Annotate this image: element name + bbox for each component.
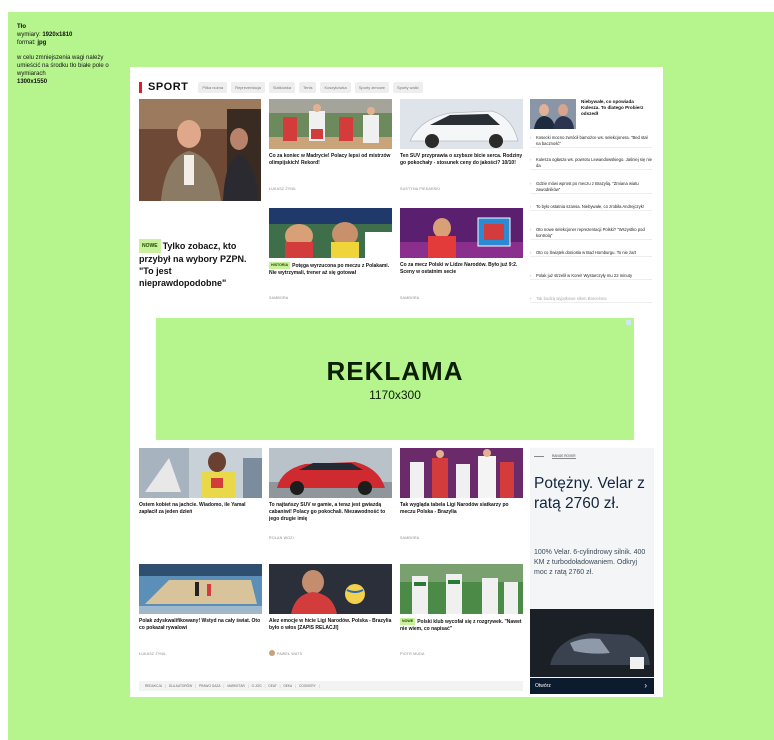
- article-title: To najtańszy SUV w gamie, a teraz jest g…: [269, 502, 386, 522]
- nav-item-koszykowka[interactable]: Koszykówka: [320, 81, 351, 93]
- footer-link[interactable]: DLA AUTORÓW: [169, 684, 192, 688]
- article-card[interactable]: Ostem kobiet na jachcie. Wiadomo, ile Ya…: [139, 448, 262, 548]
- sidebar-top-image: [530, 99, 576, 129]
- ad-sidebar[interactable]: RANGE ROVER Potężny. Velar z ratą 2760 z…: [530, 448, 654, 694]
- ad-banner-title: REKLAMA: [326, 356, 464, 386]
- article-card[interactable]: To najtańszy SUV w gamie, a teraz jest g…: [269, 448, 392, 548]
- article-card[interactable]: NOWE Polski klub wycofał się z rozgrywek.…: [400, 564, 523, 664]
- article-card[interactable]: Co za koniec w Madrycie! Polacy lepsi od…: [269, 99, 392, 199]
- article-author: ŁUKASZ ŻYNIL: [139, 652, 167, 656]
- article-author: SAMBORA: [400, 296, 420, 300]
- sidebar-top-title: Niebywałe, co opowiada Kulesza. To dlate…: [581, 99, 644, 116]
- article-title: Ten SUV przyprawia o szybsze bicie serca…: [400, 153, 523, 166]
- chevron-right-icon: ›: [644, 681, 647, 690]
- article-author: ROLAN WOZI: [269, 536, 294, 540]
- note-bg-label: Tło: [17, 24, 26, 30]
- footer-link[interactable]: REDAKCJA: [145, 684, 162, 688]
- sidebar-headline[interactable]: Oto nowe selekcjoner reprezentacji Polsk…: [530, 227, 652, 240]
- article-image: [400, 99, 523, 149]
- footer-link[interactable]: PRAWO GAZA: [199, 684, 221, 688]
- article-image: [139, 448, 262, 498]
- sidebar-headline[interactable]: Kulesza ogłasza ws. powrotu Lewandowskie…: [530, 157, 652, 170]
- article-author: SAMBORA: [269, 296, 289, 300]
- article-image: [269, 99, 392, 149]
- article-card[interactable]: HISTORIA Potęga wyrzucona po meczu z Pola…: [269, 208, 392, 308]
- nav-item-siatkowka[interactable]: Siatkówka: [268, 81, 296, 93]
- note-format: format: jpg: [17, 40, 47, 46]
- main-article[interactable]: NOWE Tylko zobacz, kto przybył na wybory …: [139, 99, 261, 299]
- article-card[interactable]: Polak zdyskwalifikowany! Wstyd na cały ś…: [139, 564, 262, 664]
- ad-open-button[interactable]: Otwórz ›: [530, 678, 654, 694]
- footer-links: REDAKCJA | DLA AUTORÓW | PRAWO GAZA | MARKE…: [139, 681, 523, 691]
- article-image: [139, 564, 262, 614]
- article-title: Ostem kobiet na jachcie. Wiadomo, ile Ya…: [139, 502, 246, 515]
- article-card[interactable]: Ten SUV przyprawia o szybsze bicie serca…: [400, 99, 523, 199]
- article-author: SAMBORA: [400, 536, 420, 540]
- sidebar-headline[interactable]: Polak już strzelił w Korei! Wystarczyły …: [530, 273, 652, 280]
- ad-headline: Potężny. Velar z ratą 2760 zł.: [534, 475, 645, 512]
- article-title: Tak wygląda tabela Ligi Narodów siatkarz…: [400, 502, 509, 515]
- article-title: NOWE Polski klub wycofał się z rozgrywek.…: [400, 618, 522, 632]
- footer-link[interactable]: DEKA: [283, 684, 292, 688]
- article-image: [400, 448, 523, 498]
- ad-banner[interactable]: REKLAMA 1170x300: [156, 318, 634, 440]
- section-accent-bar: [139, 81, 142, 93]
- sidebar-headline[interactable]: Oto co Świątek doniosła w Bad Homburgu. …: [530, 250, 652, 257]
- article-image: [269, 448, 392, 498]
- article-image: [269, 208, 392, 258]
- nav-item-sporty-walki[interactable]: Sporty walki: [392, 81, 423, 93]
- sidebar-headline[interactable]: Kosecki mocno zwrócił bamożce ws. selekc…: [530, 135, 652, 148]
- spec-note: Tło wymiary: 1920x1810 format: jpg w cel…: [17, 23, 127, 86]
- note-instructions: w celu zmniejszenia wagi należy umieścić…: [17, 55, 109, 77]
- note-dims: wymiary: 1920x1810: [17, 32, 73, 38]
- ad-image: [530, 609, 654, 677]
- footer-link[interactable]: COOKIERY: [299, 684, 316, 688]
- footer-link[interactable]: DEAT: [268, 684, 276, 688]
- nav-item-sporty-zimowe[interactable]: Sporty zimowe: [354, 81, 389, 93]
- sidebar-headline[interactable]: Gdzie mówi wprost po meczu z Brazylią. "…: [530, 181, 652, 194]
- article-image: [269, 564, 392, 614]
- article-title: Alez emocje w hicie Ligi Narodów. Polska…: [269, 618, 392, 631]
- article-author: ŁUKASZ ŻYNIL: [269, 187, 297, 191]
- sidebar-top-article[interactable]: Niebywałe, co opowiada Kulesza. To dlate…: [530, 97, 652, 131]
- article-title: Co za koniec w Madrycie! Polacy lepsi od…: [269, 153, 391, 166]
- sidebar-headline[interactable]: To było ostatnia szansa. Niebywałe, co z…: [530, 204, 652, 211]
- article-author: SUSTYNA PIEKARSKI: [400, 187, 441, 191]
- ad-brand: RANGE ROVER: [534, 454, 576, 459]
- article-author: PAWEŁ WATS: [269, 650, 302, 656]
- article-image: [400, 208, 523, 258]
- article-image: [400, 564, 523, 614]
- article-title: Polak zdyskwalifikowany! Wstyd na cały ś…: [139, 618, 261, 631]
- author-avatar: [269, 650, 275, 656]
- ad-banner-size: 1170x300: [369, 388, 421, 402]
- nav-item-reprezentacja[interactable]: Reprezentacja: [231, 81, 265, 93]
- article-title: Co za mecz Polski w Lidze Narodów. Było …: [400, 262, 518, 275]
- ad-body: 100% Velar. 6-cylindrowy silnik. 400 KM …: [534, 549, 646, 576]
- footer-link[interactable]: O.JOG: [252, 684, 262, 688]
- main-article-title: NOWE Tylko zobacz, kto przybył na wybory …: [139, 239, 247, 288]
- nav-item-tenis[interactable]: Tenis: [299, 81, 317, 93]
- ad-choices-icon[interactable]: [626, 320, 631, 325]
- nav-item-pilka[interactable]: Piłka nożna: [198, 81, 228, 93]
- article-card[interactable]: Alez emocje w hicie Ligi Narodów. Polska…: [269, 564, 392, 664]
- note-instructions-value: 1300x1550: [17, 79, 48, 85]
- article-card[interactable]: Tak wygląda tabela Ligi Narodów siatkarz…: [400, 448, 523, 548]
- article-card[interactable]: Co za mecz Polski w Lidze Narodów. Było …: [400, 208, 523, 308]
- footer-link[interactable]: MARKETAR: [227, 684, 244, 688]
- main-article-image: [139, 99, 261, 201]
- ad-cta-label: Otwórz: [535, 683, 551, 689]
- section-logo[interactable]: SPORT: [148, 81, 188, 93]
- content-panel: SPORT Piłka nożna Reprezentacja Siatkówk…: [130, 67, 663, 697]
- section-nav: SPORT Piłka nożna Reprezentacja Siatkówk…: [139, 79, 423, 95]
- article-title: HISTORIA Potęga wyrzucona po meczu z Pola…: [269, 262, 390, 276]
- article-author: PIOTR MUDA: [400, 652, 425, 656]
- sidebar-headline[interactable]: Tak budzą wyjątkowe siłom Barcelona: [530, 296, 652, 303]
